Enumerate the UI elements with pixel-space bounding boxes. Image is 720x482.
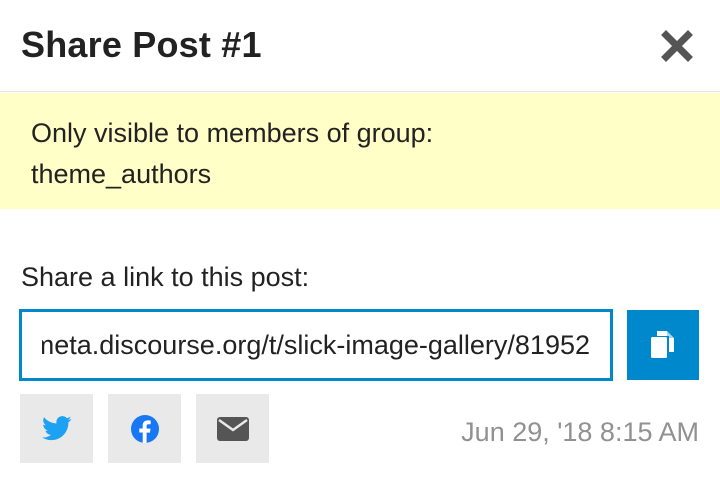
share-twitter-button[interactable]: [20, 394, 93, 463]
modal-header: Share Post #1: [0, 0, 720, 92]
modal-title: Share Post #1: [21, 24, 262, 65]
close-button[interactable]: [655, 24, 699, 68]
facebook-icon: [130, 414, 159, 443]
visibility-notice: Only visible to members of group: theme_…: [0, 93, 720, 209]
share-link-label: Share a link to this post:: [21, 262, 310, 292]
twitter-icon: [41, 416, 71, 441]
share-facebook-button[interactable]: [108, 394, 181, 463]
envelope-icon: [216, 416, 249, 441]
copy-link-button[interactable]: [627, 310, 699, 380]
post-date: Jun 29, '18 8:15 AM: [461, 417, 699, 447]
share-link-input[interactable]: [19, 309, 613, 381]
copy-icon: [651, 331, 674, 358]
close-icon: [661, 30, 693, 62]
share-email-button[interactable]: [196, 394, 269, 463]
notice-text: Only visible to members of group:: [31, 118, 434, 148]
notice-group-name: theme_authors: [31, 159, 212, 189]
share-post-modal: Share Post #1 Only visible to members of…: [0, 0, 720, 482]
